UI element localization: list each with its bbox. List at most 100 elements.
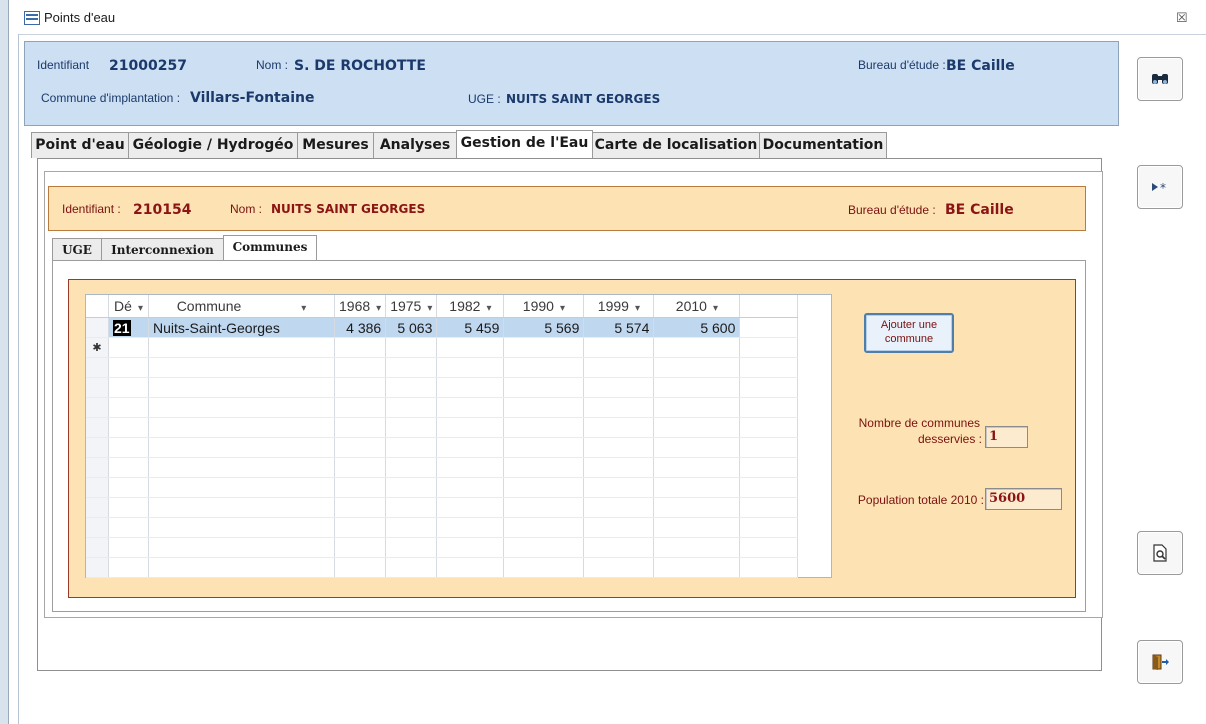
new-record-row[interactable]: ✱ [86,337,799,358]
empty-row [86,417,799,438]
cell-dep[interactable]: 21 [108,317,149,338]
uge-label: UGE : [468,92,501,106]
empty-row [86,457,799,478]
column-header-label: 1968 [339,298,371,314]
column-header-label: 1982 [449,298,481,314]
communes-table: Dé ▾ Commune ▾ 1968 ▾ 1975 ▾ 1982 ▾ 1990 ▾ 199… [86,295,799,578]
tab-point-deau[interactable]: Point d'eau [31,132,129,158]
add-commune-label-2: commune [884,333,934,345]
bureau-value: BE Caille [946,58,1015,74]
dropdown-arrow-icon[interactable]: ▾ [635,303,640,314]
find-button[interactable] [1137,57,1183,101]
dropdown-arrow-icon[interactable]: ▾ [713,303,718,314]
uge-bureau-value: BE Caille [945,202,1014,218]
table-row[interactable]: 21 Nuits-Saint-Georges 4 386 5 063 5 459… [86,317,799,338]
dropdown-arrow-icon[interactable]: ▾ [560,303,565,314]
point-header-panel [24,41,1119,126]
identifiant-label: Identifiant [37,58,90,72]
column-header-commune[interactable]: Commune ▾ [148,295,335,318]
cell-dep-value: 21 [113,319,131,336]
empty-row [86,557,799,578]
cell-commune[interactable]: Nuits-Saint-Georges [148,317,335,338]
print-preview-button[interactable] [1137,531,1183,575]
cell-1990[interactable]: 5 569 [503,317,585,338]
subtab-interconnexion[interactable]: Interconnexion [101,238,224,261]
column-header-label: 1975 [390,298,422,314]
column-header-label: 2010 [675,298,707,314]
tab-documentation[interactable]: Documentation [759,132,887,158]
dropdown-arrow-icon[interactable]: ▾ [376,303,381,314]
new-record-button[interactable]: * [1137,165,1183,209]
empty-row [86,537,799,558]
empty-row [86,497,799,518]
cell-empty [739,317,799,338]
nb-communes-field[interactable]: 1 [985,426,1028,448]
add-commune-label-1: Ajouter une [880,319,938,331]
tab-geologie-hydrogeo[interactable]: Géologie / Hydrogéo [128,132,298,158]
column-header-1999[interactable]: 1999 ▾ [583,295,655,318]
form-icon [24,11,40,25]
new-record-icon: * [1152,181,1166,195]
commune-label: Commune d'implantation : [41,91,181,105]
population-field[interactable]: 5600 [985,488,1062,510]
identifiant-value: 21000257 [109,58,187,74]
communes-datasheet[interactable]: Dé ▾ Commune ▾ 1968 ▾ 1975 ▾ 1982 ▾ 1990 ▾ 199… [85,294,832,578]
uge-identifiant-label: Identifiant : [62,202,121,216]
exit-door-icon [1152,654,1169,670]
population-label: Population totale 2010 : [857,493,984,507]
dropdown-arrow-icon[interactable]: ▾ [301,303,306,314]
window-title: Points d'eau [44,10,116,25]
tab-gestion-de-leau[interactable]: Gestion de l'Eau [456,130,593,160]
uge-bureau-label: Bureau d'étude : [848,203,936,217]
commune-value: Villars-Fontaine [190,90,315,106]
select-all-cell[interactable] [86,295,109,318]
close-icon[interactable]: ☒ [1176,10,1188,26]
column-header-2010[interactable]: 2010 ▾ [653,295,741,318]
tab-mesures[interactable]: Mesures [297,132,374,158]
tab-carte-de-localisation[interactable]: Carte de localisation [592,132,760,158]
subtab-uge[interactable]: UGE [52,238,102,261]
column-header-1990[interactable]: 1990 ▾ [503,295,585,318]
empty-row [86,517,799,538]
column-header-label: Commune [176,298,242,314]
nom-value: S. DE ROCHOTTE [294,58,426,74]
column-header-dep[interactable]: Dé ▾ [108,295,149,318]
nom-label: Nom : [256,58,289,72]
dropdown-arrow-icon[interactable]: ▾ [138,303,143,314]
cell-1982[interactable]: 5 459 [436,317,505,338]
cell-1999[interactable]: 5 574 [583,317,655,338]
new-record-icon: ✱ [86,337,109,358]
cell-1975[interactable]: 5 063 [385,317,438,338]
title-bar [18,6,1206,35]
column-header-1982[interactable]: 1982 ▾ [436,295,505,318]
binoculars-icon [1152,74,1168,84]
column-header-empty [739,295,799,318]
empty-row [86,437,799,458]
cell-1968[interactable]: 4 386 [334,317,387,338]
nb-communes-label-1: Nombre de communes [858,416,980,430]
tab-analyses[interactable]: Analyses [373,132,457,158]
left-frame-strip [0,0,9,724]
column-header-label: 1999 [597,298,629,314]
column-header-label: 1990 [522,298,554,314]
column-header-label: Dé [114,298,132,314]
nb-communes-label-2: desservies : [917,432,982,446]
row-selector[interactable] [86,317,109,338]
add-commune-button[interactable]: Ajouter une commune [864,313,954,353]
print-preview-icon [1153,544,1167,562]
cell-2010[interactable]: 5 600 [653,317,741,338]
empty-row [86,377,799,398]
subtab-communes[interactable]: Communes [223,235,317,261]
dropdown-arrow-icon[interactable]: ▾ [486,303,491,314]
table-header-row: Dé ▾ Commune ▾ 1968 ▾ 1975 ▾ 1982 ▾ 1990 ▾ 199… [86,295,799,318]
bureau-label: Bureau d'étude : [858,58,946,72]
svg-text:*: * [1160,181,1166,193]
uge-nom-value: NUITS SAINT GEORGES [271,202,426,216]
empty-row [86,397,799,418]
column-header-1968[interactable]: 1968 ▾ [334,295,387,318]
exit-button[interactable] [1137,640,1183,684]
dropdown-arrow-icon[interactable]: ▾ [427,303,432,314]
column-header-1975[interactable]: 1975 ▾ [385,295,438,318]
uge-identifiant-value: 210154 [133,202,192,218]
uge-value: NUITS SAINT GEORGES [506,92,661,106]
